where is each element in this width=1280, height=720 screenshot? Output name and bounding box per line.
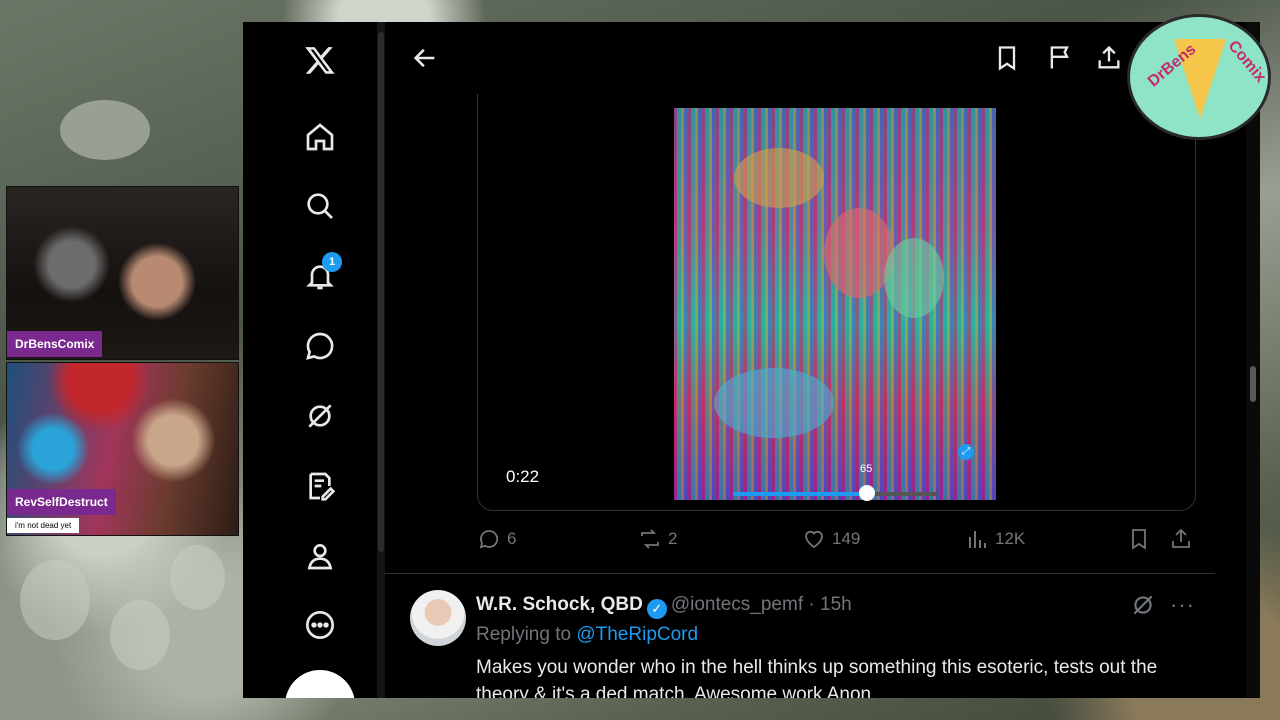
video-scrub-bar[interactable] xyxy=(733,492,938,496)
video-progress-fill xyxy=(733,492,863,496)
replying-to-line: Replying to @TheRipCord xyxy=(476,624,698,646)
notification-count-badge: 1 xyxy=(322,252,342,272)
reply-body-text: Makes you wonder who in the hell thinks … xyxy=(476,657,1158,698)
bookmark-tweet-button[interactable] xyxy=(1127,527,1151,551)
drbenscomix-logo: DrBens Comix xyxy=(1127,14,1271,140)
like-button[interactable]: 149 xyxy=(802,527,860,551)
background-art-face xyxy=(60,100,150,160)
background-art-face xyxy=(20,560,90,640)
tweet-action-bar: 6 2 149 12K xyxy=(477,527,1197,557)
verified-badge-icon: ✓ xyxy=(646,599,667,619)
share-icon[interactable] xyxy=(1095,44,1123,72)
video-frame-detail xyxy=(734,148,824,208)
avatar[interactable] xyxy=(410,590,466,646)
volume-tooltip: 65 xyxy=(860,463,873,475)
post-age: · 15h xyxy=(808,594,852,615)
heart-icon xyxy=(805,530,823,549)
video-frame-detail xyxy=(884,238,944,318)
video-frame-detail xyxy=(714,368,834,438)
bookmark-icon xyxy=(1132,529,1146,550)
share-icon xyxy=(1172,528,1190,548)
video-scrub-handle[interactable] xyxy=(859,485,875,501)
notifications-bell-icon[interactable]: 1 xyxy=(302,252,342,294)
grok-icon[interactable] xyxy=(1130,592,1156,618)
sidebar-nav: 1 xyxy=(243,22,377,698)
compose-post-button[interactable] xyxy=(285,670,355,698)
background-art-face xyxy=(110,600,170,670)
webcam-drbenscomix: DrBensComix xyxy=(6,186,239,360)
tweet-detail-main: 0:22 65 ⤢ 6 2 149 12K W.R. Schock, QBD ✓… xyxy=(385,22,1260,698)
expand-icon[interactable]: ⤢ xyxy=(958,444,974,460)
search-icon[interactable] xyxy=(302,188,338,224)
back-arrow-icon[interactable] xyxy=(411,44,439,72)
author-handle[interactable]: @iontecs_pemf xyxy=(671,594,803,615)
views-chart-icon xyxy=(969,531,986,548)
lists-icon[interactable] xyxy=(302,468,338,504)
video-media-card[interactable]: 0:22 65 ⤢ xyxy=(477,94,1196,511)
replying-to-handle-link[interactable]: @TheRipCord xyxy=(576,624,698,645)
home-icon[interactable] xyxy=(302,119,338,155)
reply-icon xyxy=(479,530,499,549)
reply-count: 6 xyxy=(507,529,517,548)
share-tweet-button[interactable] xyxy=(1169,527,1193,551)
video-elapsed-time: 0:22 xyxy=(506,467,540,486)
background-art-face xyxy=(170,545,225,610)
x-app-window: 1 0:22 65 ⤢ 6 2 149 12K W.R. Schock, QBD… xyxy=(243,22,1260,698)
like-count: 149 xyxy=(832,529,861,548)
bookmark-icon[interactable] xyxy=(993,44,1021,72)
video-player[interactable] xyxy=(674,108,996,500)
profile-icon[interactable] xyxy=(302,538,338,574)
more-options-circle-icon[interactable] xyxy=(302,607,338,643)
x-logo-icon[interactable] xyxy=(302,42,338,78)
author-display-name[interactable]: W.R. Schock, QBD xyxy=(476,594,643,615)
report-flag-icon[interactable] xyxy=(1046,44,1074,72)
webcam-subtitle: i'm not dead yet xyxy=(7,518,80,533)
page-scrollbar[interactable] xyxy=(1246,22,1260,698)
reply-button[interactable]: 6 xyxy=(477,527,516,551)
webcam-revselfdestruct: RevSelfDestruct i'm not dead yet xyxy=(6,362,239,536)
webcam-name-tag: RevSelfDestruct xyxy=(7,489,116,515)
reply-tweet[interactable]: W.R. Schock, QBD ✓ @iontecs_pemf · 15h Rep… xyxy=(385,574,1215,698)
grok-icon[interactable] xyxy=(302,398,338,434)
messages-icon[interactable] xyxy=(302,328,338,364)
views-button[interactable]: 12K xyxy=(965,527,1025,551)
replying-to-prefix: Replying to xyxy=(476,624,572,645)
views-count: 12K xyxy=(995,529,1026,548)
more-options-icon[interactable]: ··· xyxy=(1170,592,1195,618)
repost-count: 2 xyxy=(668,529,678,548)
reply-header: W.R. Schock, QBD ✓ @iontecs_pemf · 15h xyxy=(476,594,852,619)
repost-icon xyxy=(641,529,659,549)
sidebar-scrollbar[interactable] xyxy=(377,22,385,698)
webcam-name-tag: DrBensComix xyxy=(7,331,103,357)
repost-button[interactable]: 2 xyxy=(638,527,677,551)
